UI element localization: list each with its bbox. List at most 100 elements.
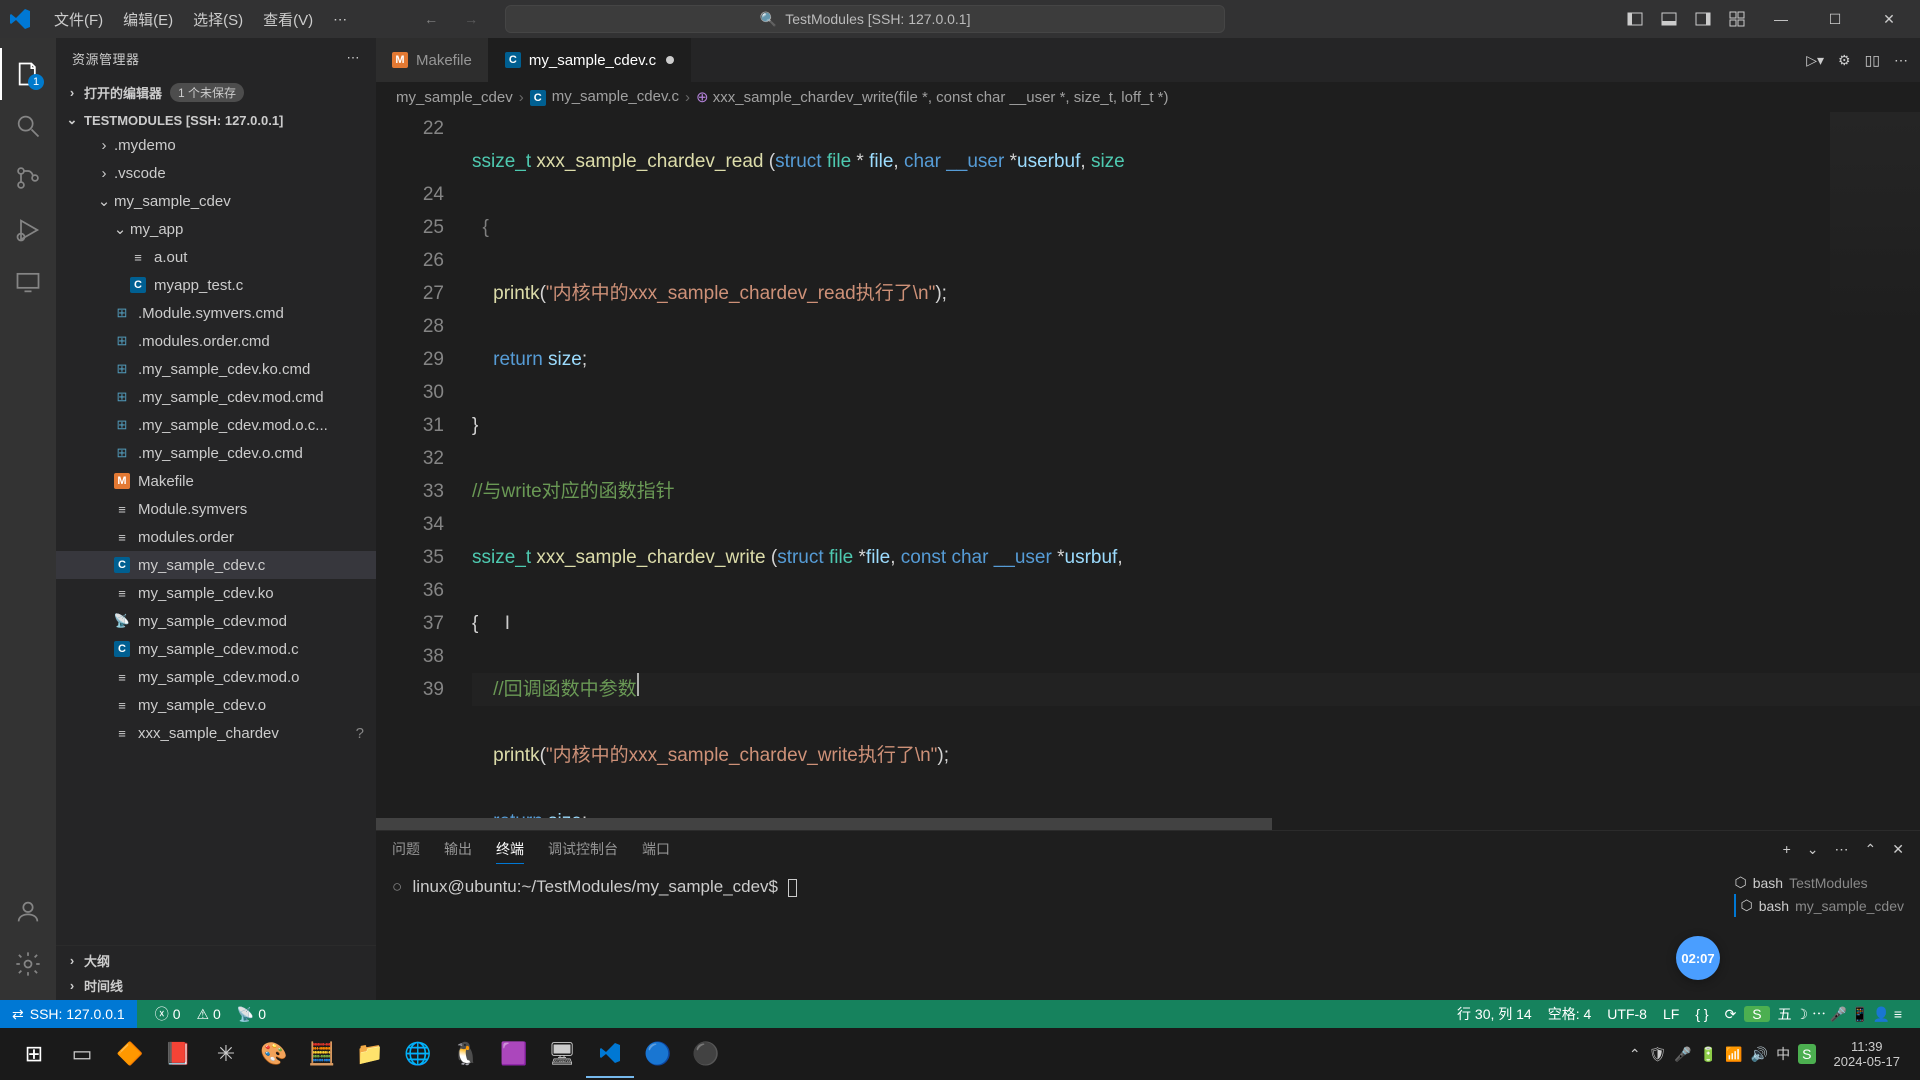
layout-sidebar-right-icon[interactable]: [1690, 6, 1716, 32]
section-open-editors[interactable]: › 打开的编辑器 1 个未保存: [56, 80, 376, 105]
folder-vscode[interactable]: ›.vscode: [56, 159, 376, 187]
nav-back-icon[interactable]: ←: [417, 5, 445, 33]
file-my-sample-cdev-ko[interactable]: ≡my_sample_cdev.ko: [56, 579, 376, 607]
section-outline[interactable]: ›大纲: [56, 948, 376, 973]
panel-tab-debug[interactable]: 调试控制台: [548, 835, 618, 863]
window-minimize-icon[interactable]: —: [1758, 0, 1804, 38]
folder-my-sample-cdev[interactable]: ⌄my_sample_cdev: [56, 187, 376, 215]
menu-file[interactable]: 文件(F): [44, 9, 113, 30]
tab-makefile[interactable]: MMakefile: [376, 38, 489, 82]
activity-remote-icon[interactable]: [0, 256, 56, 308]
panel-tab-output[interactable]: 输出: [444, 835, 472, 863]
panel-close-icon[interactable]: ✕: [1892, 841, 1904, 858]
app-icon-1[interactable]: 🔶: [106, 1030, 154, 1078]
panel-more-icon[interactable]: ⋯: [1835, 841, 1849, 858]
status-spaces[interactable]: 空格: 4: [1540, 1004, 1600, 1024]
activity-search-icon[interactable]: [0, 100, 56, 152]
window-close-icon[interactable]: ✕: [1866, 0, 1912, 38]
sidebar-more-icon[interactable]: ⋯: [347, 50, 361, 66]
file-my-sample-cdev-o-cmd[interactable]: ⊞.my_sample_cdev.o.cmd: [56, 439, 376, 467]
app-icon-2[interactable]: 📕: [154, 1030, 202, 1078]
tray-volume-icon[interactable]: 🔊: [1751, 1046, 1768, 1063]
tray-ime-icon[interactable]: 中: [1776, 1044, 1790, 1064]
status-braces[interactable]: { }: [1687, 1006, 1716, 1022]
panel-tab-terminal[interactable]: 终端: [496, 835, 524, 864]
tray-mic-icon[interactable]: 🎤: [1674, 1046, 1691, 1063]
settings-gear-icon[interactable]: ⚙: [1838, 52, 1851, 69]
breadcrumb[interactable]: my_sample_cdev › Cmy_sample_cdev.c › ⊕ x…: [376, 82, 1920, 112]
panel-maximize-icon[interactable]: ⌃: [1865, 841, 1877, 858]
app-icon-7[interactable]: ⚫: [682, 1030, 730, 1078]
app-icon-4[interactable]: 🎨: [250, 1030, 298, 1078]
more-actions-icon[interactable]: ⋯: [1894, 52, 1908, 69]
horizontal-scrollbar[interactable]: [376, 818, 1920, 830]
panel-tab-problems[interactable]: 问题: [392, 835, 420, 863]
file-my-sample-cdev-mod-cmd[interactable]: ⊞.my_sample_cdev.mod.cmd: [56, 383, 376, 411]
timer-bubble[interactable]: 02:07: [1676, 936, 1720, 980]
nav-forward-icon[interactable]: →: [457, 5, 485, 33]
tray-wifi-icon[interactable]: 📶: [1725, 1046, 1742, 1063]
app-icon-3[interactable]: ✳: [202, 1030, 250, 1078]
status-sync-icon[interactable]: ⟳: [1717, 1006, 1745, 1023]
menu-view[interactable]: 查看(V): [253, 9, 323, 30]
file-my-sample-cdev-mod-c[interactable]: Cmy_sample_cdev.mod.c: [56, 635, 376, 663]
app-icon-vmware[interactable]: 🖥: [538, 1030, 586, 1078]
menu-more-icon[interactable]: ⋯: [323, 11, 357, 28]
terminal-item-1[interactable]: ⬡ bash TestModules: [1734, 871, 1904, 894]
code-content[interactable]: ssize_t xxx_sample_chardev_read (struct …: [472, 112, 1920, 818]
tab-my-sample-cdev[interactable]: Cmy_sample_cdev.c: [489, 38, 691, 82]
activity-settings-icon[interactable]: [0, 938, 56, 990]
app-icon-edge[interactable]: 🌐: [394, 1030, 442, 1078]
status-errors[interactable]: ⓧ 0: [147, 1004, 189, 1024]
activity-explorer-icon[interactable]: 1: [0, 48, 56, 100]
file-my-sample-cdev-mod-o[interactable]: ≡my_sample_cdev.mod.o: [56, 663, 376, 691]
new-terminal-icon[interactable]: +: [1783, 841, 1791, 857]
app-icon-chrome[interactable]: 🔵: [634, 1030, 682, 1078]
status-encoding[interactable]: UTF-8: [1599, 1006, 1655, 1022]
file-my-sample-cdev-mod-o-cmd[interactable]: ⊞.my_sample_cdev.mod.o.c...: [56, 411, 376, 439]
activity-scm-icon[interactable]: [0, 152, 56, 204]
tray-sogou-icon[interactable]: S: [1798, 1044, 1815, 1064]
folder-my-app[interactable]: ⌄my_app: [56, 215, 376, 243]
menu-select[interactable]: 选择(S): [183, 9, 253, 30]
status-warnings[interactable]: ⚠ 0: [188, 1006, 228, 1023]
tray-chevron-icon[interactable]: ⌃: [1629, 1046, 1641, 1063]
file-aout[interactable]: ≡a.out: [56, 243, 376, 271]
section-workspace[interactable]: ⌄ TESTMODULES [SSH: 127.0.0.1]: [56, 109, 376, 131]
file-makefile[interactable]: MMakefile: [56, 467, 376, 495]
start-button[interactable]: ⊞: [10, 1030, 58, 1078]
status-ports[interactable]: 📡 0: [229, 1006, 274, 1023]
menu-edit[interactable]: 编辑(E): [113, 9, 183, 30]
file-modules-order[interactable]: ≡modules.order: [56, 523, 376, 551]
status-cursor[interactable]: 行 30, 列 14: [1449, 1004, 1540, 1024]
app-icon-vscode[interactable]: [586, 1030, 634, 1078]
activity-account-icon[interactable]: [0, 886, 56, 938]
customize-layout-icon[interactable]: [1724, 6, 1750, 32]
file-module-symvers-cmd[interactable]: ⊞.Module.symvers.cmd: [56, 299, 376, 327]
file-module-symvers[interactable]: ≡Module.symvers: [56, 495, 376, 523]
code-editor[interactable]: 22 24 25 26 27 28 29 30 31 32 33 34 35 3…: [376, 112, 1920, 818]
split-editor-icon[interactable]: ▯▯: [1865, 52, 1880, 69]
file-my-sample-cdev-mod[interactable]: 📡my_sample_cdev.mod: [56, 607, 376, 635]
window-maximize-icon[interactable]: ☐: [1812, 0, 1858, 38]
command-center[interactable]: 🔍 TestModules [SSH: 127.0.0.1]: [505, 5, 1225, 33]
terminal-dropdown-icon[interactable]: ⌄: [1807, 841, 1819, 858]
status-eol[interactable]: LF: [1655, 1006, 1687, 1022]
app-icon-explorer[interactable]: 📁: [346, 1030, 394, 1078]
terminal[interactable]: ○ linux@ubuntu:~/TestModules/my_sample_c…: [376, 867, 1920, 1000]
status-ime-icon[interactable]: S: [1744, 1006, 1769, 1022]
file-myapp-test[interactable]: Cmyapp_test.c: [56, 271, 376, 299]
file-xxx-sample-chardev[interactable]: ≡xxx_sample_chardev?: [56, 719, 376, 747]
file-my-sample-cdev-o[interactable]: ≡my_sample_cdev.o: [56, 691, 376, 719]
status-ime2-icon[interactable]: 五 ☽ ⋯ 🎤 📱 👤 ≡: [1770, 1004, 1910, 1024]
run-file-icon[interactable]: ▷▾: [1806, 52, 1824, 69]
folder-mydemo[interactable]: ›.mydemo: [56, 131, 376, 159]
taskview-icon[interactable]: ▭: [58, 1030, 106, 1078]
file-modules-order-cmd[interactable]: ⊞.modules.order.cmd: [56, 327, 376, 355]
app-icon-calculator[interactable]: 🧮: [298, 1030, 346, 1078]
app-icon-5[interactable]: 🐧: [442, 1030, 490, 1078]
tray-battery-icon[interactable]: 🔋: [1700, 1046, 1717, 1063]
terminal-item-2[interactable]: ⬡ bash my_sample_cdev: [1734, 894, 1904, 917]
tray-shield-icon[interactable]: 🛡: [1649, 1046, 1667, 1063]
file-my-sample-cdev-ko-cmd[interactable]: ⊞.my_sample_cdev.ko.cmd: [56, 355, 376, 383]
